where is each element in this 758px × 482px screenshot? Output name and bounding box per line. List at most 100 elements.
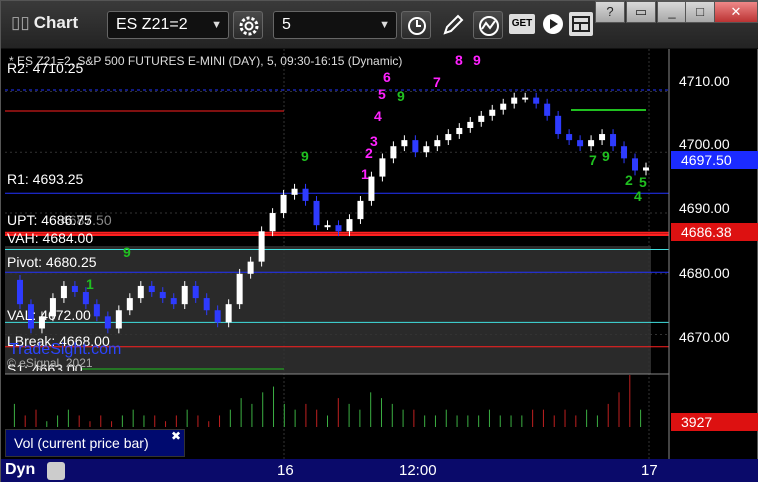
candle-body [280,194,287,214]
sequence-number: 2 [625,172,633,188]
candle-body [181,285,188,305]
candle-body [434,140,441,147]
candle-body [368,176,375,201]
sequence-number: 4 [374,108,382,124]
candle-body [555,115,562,135]
get-label: GET [511,18,533,29]
settings-gear-button[interactable] [233,11,263,39]
sequence-number: 9 [473,52,481,68]
sequence-number: 6 [383,69,391,85]
dynamic-mode-label[interactable]: Dyn [5,461,35,479]
chart-title[interactable]: ▯▯ Chart [11,13,78,33]
volume-panel-label[interactable]: Vol (current price bar) [5,429,185,457]
candle-body [104,316,111,329]
sequence-number: 5 [378,86,386,102]
y-tick: 4710.00 [679,73,730,89]
candle-body [159,292,166,299]
candle-body [82,292,89,305]
close-button[interactable]: ✕ [714,1,758,23]
restore-button[interactable]: ▭ [626,1,656,23]
help-icon: ? [606,4,614,19]
symbol-value: ES Z21=2 [116,16,188,33]
volume-badge: 3927 [671,413,758,431]
candle-body [566,134,573,141]
pencil-button[interactable] [441,13,465,42]
candle-body [390,146,397,159]
sequence-number: 7 [589,152,597,168]
candle-body [577,140,584,147]
sequence-number: 8 [455,52,463,68]
time-button[interactable] [401,11,431,39]
candle-body [137,285,144,299]
sequence-number: 4 [634,188,642,204]
candle-body [588,140,595,147]
candle-body [533,97,540,104]
candle-body [335,225,342,232]
candle-body [269,213,276,232]
minimize-icon: _ [668,4,676,19]
candle-body [170,298,177,305]
lock-icon[interactable] [47,462,65,480]
gear-icon [239,16,259,36]
x-tick: 17 [641,462,658,479]
candle-body [379,158,386,177]
sequence-number: 9 [602,148,610,164]
chart-area[interactable]: 123456789999795421 * ES Z21=2, S&P 500 F… [1,49,758,459]
play-icon [543,14,563,34]
x-axis-bar: Dyn 16 12:00 17 [1,459,758,482]
candle-body [423,146,430,153]
candle-body [16,279,23,305]
minimize-button[interactable]: _ [657,1,687,23]
candle-body [522,97,529,100]
sequence-number: 7 [433,74,441,90]
y-tick: 4680.00 [679,265,730,281]
chart-toolbar: ▯▯ Chart ES Z21=2 ▼ 5 ▼ GET ? ▭ _ □ ✕ [1,1,758,49]
red-level-badge: 4686.38 [671,223,758,241]
maximize-button[interactable]: □ [685,1,715,23]
candle-body [643,167,649,171]
r2-label: R2: 4710.25 [7,60,84,76]
chart-title-label: Chart [33,13,79,32]
close-icon: ✕ [730,4,742,19]
copyright: © eSignal, 2021 [7,356,93,370]
upt-label: UPT: 4686.75 [7,212,92,228]
close-volume-icon[interactable]: ✖ [171,429,181,443]
candle-body [511,97,518,104]
x-tick: 16 [277,462,294,479]
play-button[interactable] [541,12,565,41]
interval-value: 5 [282,16,291,33]
y-tick: 4690.00 [679,200,730,216]
sequence-number: 3 [370,133,378,149]
candle-body [148,285,155,293]
sequence-number: 9 [123,244,131,260]
sequence-number: 9 [301,148,309,164]
pivot-label: Pivot: 4680.25 [7,254,97,270]
candle-body [60,285,67,299]
last-price-badge: 4697.50 [671,151,758,169]
price-chart-svg[interactable]: 123456 78 99997 95421 [1,49,758,459]
symbol-select[interactable]: ES Z21=2 ▼ [107,11,229,39]
candle-body [291,188,298,195]
candle-body [599,134,606,141]
candle-body [115,310,122,329]
candle-body [192,285,199,299]
get-data-button[interactable]: GET [509,14,535,34]
val-label: VAL: 4672.00 [7,307,91,323]
chevron-down-icon: ▼ [379,19,390,31]
y-tick: 4670.00 [679,329,730,345]
studies-button[interactable] [473,11,503,39]
candle-body [357,200,364,220]
grip-icon[interactable]: ▯▯ [11,13,30,32]
candle-body [126,298,133,311]
help-button[interactable]: ? [595,1,625,23]
chart-window: ▯▯ Chart ES Z21=2 ▼ 5 ▼ GET ? ▭ _ □ ✕ 1 … [0,0,758,482]
layout-button[interactable] [569,12,593,36]
volume-bars [13,375,642,427]
candle-body [467,121,474,128]
interval-select[interactable]: 5 ▼ [273,11,397,39]
candle-body [258,231,265,262]
restore-icon: ▭ [634,4,648,19]
r1-label: R1: 4693.25 [7,171,84,187]
candle-body [324,225,331,228]
candle-body [93,304,100,317]
